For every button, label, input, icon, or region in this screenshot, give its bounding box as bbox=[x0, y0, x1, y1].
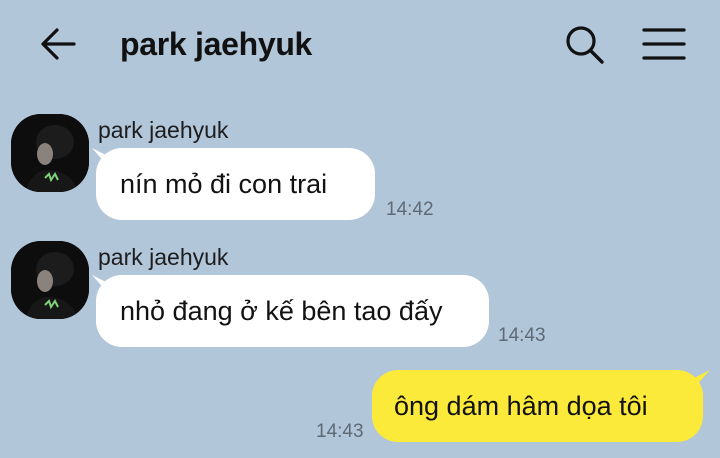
message-text: nín mỏ đi con trai bbox=[120, 169, 328, 199]
chat-title: park jaehyuk bbox=[120, 26, 313, 62]
bubble-tail bbox=[694, 370, 710, 388]
avatar[interactable] bbox=[11, 114, 89, 192]
incoming-message-bubble[interactable]: nín mỏ đi con trai bbox=[96, 148, 375, 220]
sender-name: park jaehyuk bbox=[98, 117, 229, 143]
back-arrow-icon bbox=[41, 28, 76, 60]
outgoing-message-bubble[interactable]: ông dám hâm dọa tôi bbox=[372, 370, 703, 442]
incoming-message-bubble[interactable]: nhỏ đang ở kế bên tao đấy bbox=[96, 275, 489, 347]
back-button[interactable] bbox=[36, 24, 80, 64]
message-time: 14:43 bbox=[498, 325, 546, 346]
search-icon bbox=[566, 26, 604, 64]
message-text: ông dám hâm dọa tôi bbox=[394, 391, 648, 421]
search-button[interactable] bbox=[562, 22, 608, 68]
chat-header: park jaehyuk bbox=[0, 0, 720, 90]
menu-button[interactable] bbox=[640, 22, 688, 66]
profile-photo-icon bbox=[11, 114, 89, 192]
message-time: 14:42 bbox=[386, 199, 434, 220]
profile-photo-icon bbox=[11, 241, 89, 319]
message-time: 14:43 bbox=[316, 421, 364, 442]
avatar[interactable] bbox=[11, 241, 89, 319]
message-text: nhỏ đang ở kế bên tao đấy bbox=[120, 296, 443, 326]
hamburger-menu-icon bbox=[642, 28, 686, 60]
sender-name: park jaehyuk bbox=[98, 244, 229, 270]
